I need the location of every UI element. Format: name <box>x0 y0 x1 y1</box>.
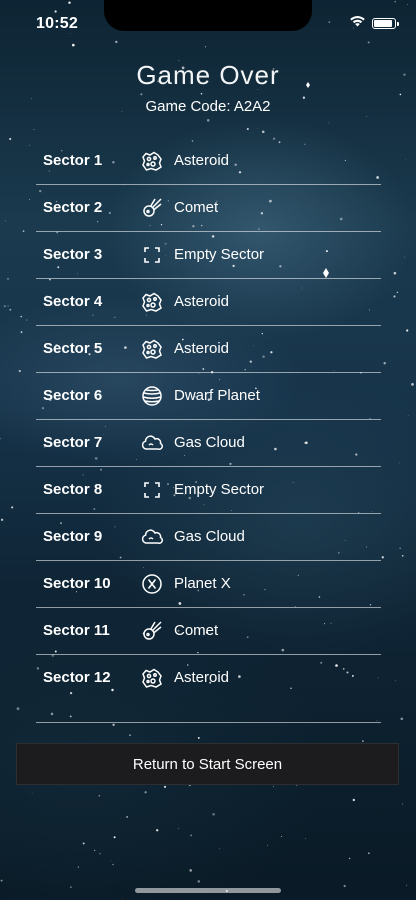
sector-label: Sector 2 <box>43 199 103 216</box>
empty-sector-icon <box>140 478 164 502</box>
sector-result: Asteroid <box>174 669 230 686</box>
sector-row: Sector 1 Asteroid <box>36 138 381 185</box>
asteroid-icon <box>140 290 164 314</box>
gas-cloud-icon <box>140 431 164 455</box>
sector-label: Sector 7 <box>43 434 103 451</box>
device-notch <box>104 0 312 31</box>
empty-sector-icon <box>140 243 164 267</box>
sector-label: Sector 1 <box>43 152 103 169</box>
sector-row: Sector 9 Gas Cloud <box>36 514 381 561</box>
wifi-icon <box>349 14 366 32</box>
sector-result: Asteroid <box>174 152 230 169</box>
sector-label: Sector 10 <box>43 575 111 592</box>
sector-label: Sector 8 <box>43 481 103 498</box>
sector-row: Sector 11 Comet <box>36 608 381 655</box>
sector-result: Dwarf Planet <box>174 387 260 404</box>
divider <box>36 722 381 723</box>
sector-result: Gas Cloud <box>174 434 245 451</box>
sector-row: Sector 5 Asteroid <box>36 326 381 373</box>
sector-label: Sector 9 <box>43 528 103 545</box>
sector-results-list: Sector 1 Asteroid Sector 2 Comet Sector 3 Emp… <box>36 138 381 702</box>
sector-label: Sector 12 <box>43 669 111 686</box>
page-title: Game Over <box>136 60 280 90</box>
game-code: Game Code: A2A2 <box>145 98 271 115</box>
sector-label: Sector 5 <box>43 340 103 357</box>
return-to-start-button[interactable]: Return to Start Screen <box>16 743 399 785</box>
sector-label: Sector 6 <box>43 387 103 404</box>
status-time: 10:52 <box>36 15 78 32</box>
sector-label: Sector 11 <box>43 622 110 639</box>
asteroid-icon <box>140 149 164 173</box>
sector-row: Sector 10 Planet X <box>36 561 381 608</box>
asteroid-icon <box>140 666 164 690</box>
sector-result: Planet X <box>174 575 231 592</box>
battery-icon <box>372 17 399 29</box>
dwarf-planet-icon <box>140 384 164 408</box>
sector-result: Gas Cloud <box>174 528 245 545</box>
gas-cloud-icon <box>140 525 164 549</box>
sector-result: Asteroid <box>174 340 230 357</box>
sector-row: Sector 2 Comet <box>36 185 381 232</box>
sector-row: Sector 3 Empty Sector <box>36 232 381 279</box>
comet-icon <box>140 196 164 220</box>
sector-row: Sector 8 Empty Sector <box>36 467 381 514</box>
sector-result: Empty Sector <box>174 246 265 263</box>
comet-icon <box>140 619 164 643</box>
home-indicator[interactable] <box>135 888 281 893</box>
sector-result: Comet <box>174 622 219 639</box>
planet-x-icon <box>140 572 164 596</box>
sector-result: Empty Sector <box>174 481 265 498</box>
sector-result: Comet <box>174 199 219 216</box>
sector-result: Asteroid <box>174 293 230 310</box>
sector-row: Sector 7 Gas Cloud <box>36 420 381 467</box>
sector-row: Sector 12 Asteroid <box>36 655 381 702</box>
status-icons <box>349 14 399 32</box>
sector-row: Sector 4 Asteroid <box>36 279 381 326</box>
asteroid-icon <box>140 337 164 361</box>
sector-label: Sector 3 <box>43 246 103 263</box>
sector-label: Sector 4 <box>43 293 103 310</box>
sector-row: Sector 6 Dwarf Planet <box>36 373 381 420</box>
